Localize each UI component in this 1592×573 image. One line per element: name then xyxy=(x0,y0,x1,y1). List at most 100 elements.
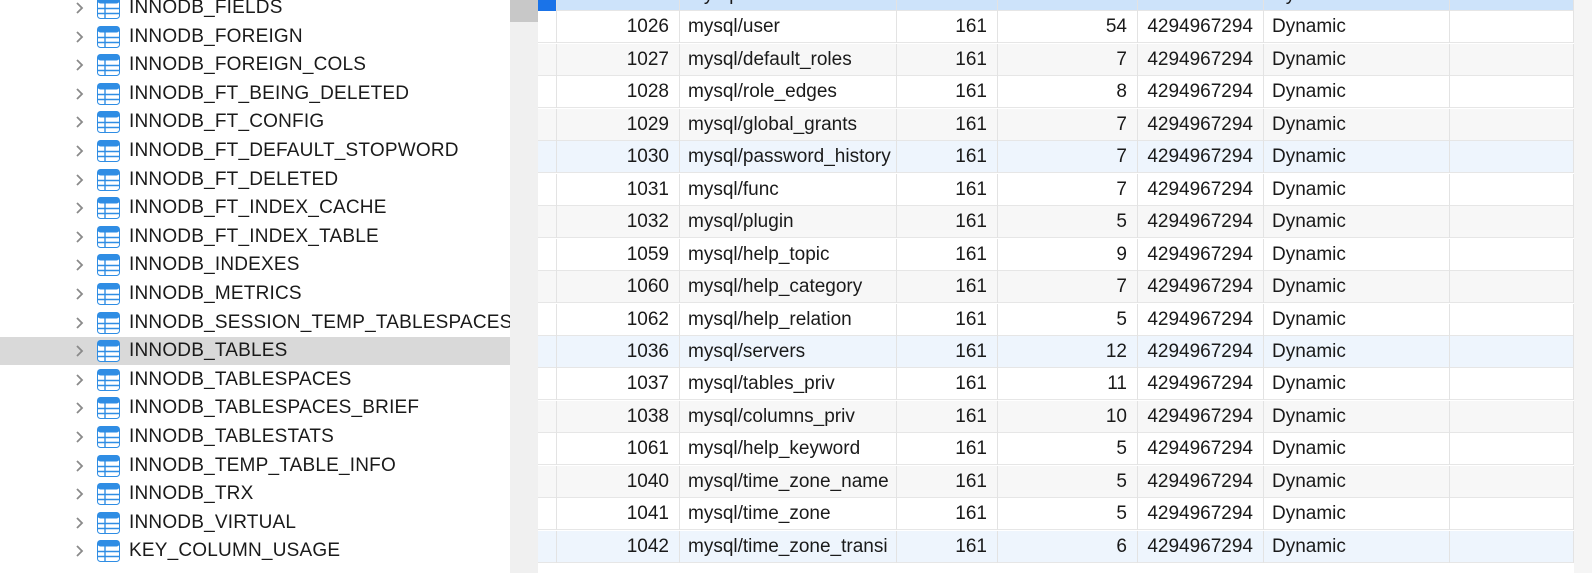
row-marker[interactable] xyxy=(538,141,557,174)
cell-space[interactable]: 4294967294 xyxy=(1138,335,1264,368)
table-row[interactable]: 1030 mysql/password_history 161 7 4294967294… xyxy=(538,141,1592,174)
row-marker[interactable] xyxy=(538,108,557,141)
cell-flag[interactable]: 161 xyxy=(897,108,998,141)
cell-empty[interactable] xyxy=(1450,43,1574,76)
cell-space[interactable]: 4294967294 xyxy=(1138,271,1264,304)
tree-item[interactable]: INNODB_TEMP_TABLE_INFO xyxy=(0,452,510,480)
cell-row-format[interactable]: Dynamic xyxy=(1264,173,1450,206)
cell-flag[interactable]: 161 xyxy=(897,206,998,239)
cell-table-id[interactable]: 1037 xyxy=(557,368,680,401)
cell-empty[interactable] xyxy=(1450,368,1574,401)
cell-n-cols[interactable]: 7 xyxy=(998,141,1138,174)
cell-n-cols[interactable]: 7 xyxy=(998,43,1138,76)
tree-item[interactable]: INNODB_FT_INDEX_CACHE xyxy=(0,194,510,222)
cell-name[interactable]: mysql/help_keyword xyxy=(680,433,897,466)
tree-scrollbar-thumb[interactable] xyxy=(510,0,538,22)
cell-name[interactable]: mysql/password_history xyxy=(680,141,897,174)
row-marker[interactable] xyxy=(538,368,557,401)
cell-n-cols[interactable]: 5 xyxy=(998,465,1138,498)
cell-space[interactable]: 4294967294 xyxy=(1138,108,1264,141)
cell-space[interactable]: 4294967294 xyxy=(1138,206,1264,239)
row-marker[interactable] xyxy=(538,0,557,11)
chevron-right-icon[interactable] xyxy=(72,230,86,244)
cell-table-id[interactable]: 1038 xyxy=(557,400,680,433)
cell-flag[interactable]: 161 xyxy=(897,368,998,401)
table-row[interactable]: 1031 mysql/func 161 7 4294967294 Dynamic xyxy=(538,173,1592,206)
chevron-right-icon[interactable] xyxy=(72,287,86,301)
cell-empty[interactable] xyxy=(1450,271,1574,304)
tree-item[interactable]: INNODB_METRICS xyxy=(0,280,510,308)
table-row[interactable]: 1061 mysql/help_keyword 161 5 4294967294 Dyna… xyxy=(538,433,1592,466)
cell-space[interactable]: 4294967294 xyxy=(1138,0,1264,11)
cell-name[interactable]: mysql/global_grants xyxy=(680,108,897,141)
table-row[interactable]: 1041 mysql/time_zone 161 5 4294967294 Dynamic xyxy=(538,498,1592,531)
cell-row-format[interactable]: Dynamic xyxy=(1264,238,1450,271)
cell-row-format[interactable]: Dynamic xyxy=(1264,108,1450,141)
cell-flag[interactable]: 161 xyxy=(897,303,998,336)
tree-item[interactable]: INNODB_TABLESPACES xyxy=(0,366,510,394)
tree-scrollbar[interactable] xyxy=(510,0,538,573)
cell-table-id[interactable]: 1025 xyxy=(557,0,680,11)
cell-name[interactable]: mysql/role_edges xyxy=(680,76,897,109)
chevron-right-icon[interactable] xyxy=(72,201,86,215)
cell-row-format[interactable]: Dynamic xyxy=(1264,141,1450,174)
cell-table-id[interactable]: 1041 xyxy=(557,498,680,531)
tree-item[interactable]: INNODB_FOREIGN xyxy=(0,23,510,51)
row-marker[interactable] xyxy=(538,433,557,466)
cell-row-format[interactable]: Dynamic xyxy=(1264,303,1450,336)
chevron-right-icon[interactable] xyxy=(72,487,86,501)
cell-row-format[interactable]: Dynamic xyxy=(1264,335,1450,368)
cell-flag[interactable]: 161 xyxy=(897,465,998,498)
cell-table-id[interactable]: 1062 xyxy=(557,303,680,336)
cell-n-cols[interactable]: 5 xyxy=(998,206,1138,239)
cell-table-id[interactable]: 1059 xyxy=(557,238,680,271)
cell-name[interactable]: mysql/func xyxy=(680,173,897,206)
cell-n-cols[interactable]: 8 xyxy=(998,76,1138,109)
cell-row-format[interactable]: Dynamic xyxy=(1264,465,1450,498)
cell-flag[interactable]: 161 xyxy=(897,76,998,109)
cell-space[interactable]: 4294967294 xyxy=(1138,530,1264,563)
row-marker[interactable] xyxy=(538,173,557,206)
row-marker[interactable] xyxy=(538,465,557,498)
cell-space[interactable]: 4294967294 xyxy=(1138,11,1264,44)
table-row[interactable]: 1029 mysql/global_grants 161 7 4294967294 Dyn… xyxy=(538,108,1592,141)
row-marker[interactable] xyxy=(538,76,557,109)
cell-row-format[interactable]: Dynamic xyxy=(1264,498,1450,531)
cell-empty[interactable] xyxy=(1450,303,1574,336)
cell-empty[interactable] xyxy=(1450,498,1574,531)
cell-row-format[interactable]: Dynamic xyxy=(1264,433,1450,466)
cell-flag[interactable]: 161 xyxy=(897,43,998,76)
cell-table-id[interactable]: 1026 xyxy=(557,11,680,44)
cell-space[interactable]: 4294967294 xyxy=(1138,303,1264,336)
cell-name[interactable]: mysql/help_category xyxy=(680,271,897,304)
cell-space[interactable]: 4294967294 xyxy=(1138,433,1264,466)
cell-empty[interactable] xyxy=(1450,465,1574,498)
cell-row-format[interactable]: Dynamic xyxy=(1264,271,1450,304)
cell-table-id[interactable]: 1029 xyxy=(557,108,680,141)
cell-row-format[interactable]: Dynamic xyxy=(1264,76,1450,109)
tree-item[interactable]: INNODB_INDEXES xyxy=(0,251,510,279)
cell-n-cols[interactable]: 12 xyxy=(998,335,1138,368)
cell-name[interactable]: mysql/time_zone_transi xyxy=(680,530,897,563)
chevron-right-icon[interactable] xyxy=(72,344,86,358)
cell-flag[interactable]: 161 xyxy=(897,238,998,271)
tree-item[interactable]: INNODB_FT_INDEX_TABLE xyxy=(0,223,510,251)
row-marker[interactable] xyxy=(538,335,557,368)
cell-row-format[interactable]: Dynamic xyxy=(1264,530,1450,563)
row-marker[interactable] xyxy=(538,400,557,433)
cell-name[interactable]: mysql/time_zone_name xyxy=(680,465,897,498)
cell-n-cols[interactable]: 7 xyxy=(998,271,1138,304)
cell-name[interactable]: mysql/db xyxy=(680,0,897,11)
cell-flag[interactable]: 161 xyxy=(897,141,998,174)
table-row[interactable]: 1026 mysql/user 161 54 4294967294 Dynamic xyxy=(538,11,1592,44)
chevron-right-icon[interactable] xyxy=(72,459,86,473)
tree-item[interactable]: INNODB_FIELDS xyxy=(0,0,510,22)
cell-space[interactable]: 4294967294 xyxy=(1138,368,1264,401)
cell-empty[interactable] xyxy=(1450,206,1574,239)
table-row[interactable]: 1025mysql/db161254294967294Dynamic xyxy=(538,0,1592,11)
cell-name[interactable]: mysql/time_zone xyxy=(680,498,897,531)
tree-item[interactable]: INNODB_TABLESPACES_BRIEF xyxy=(0,394,510,422)
cell-empty[interactable] xyxy=(1450,173,1574,206)
cell-n-cols[interactable]: 5 xyxy=(998,303,1138,336)
cell-table-id[interactable]: 1031 xyxy=(557,173,680,206)
